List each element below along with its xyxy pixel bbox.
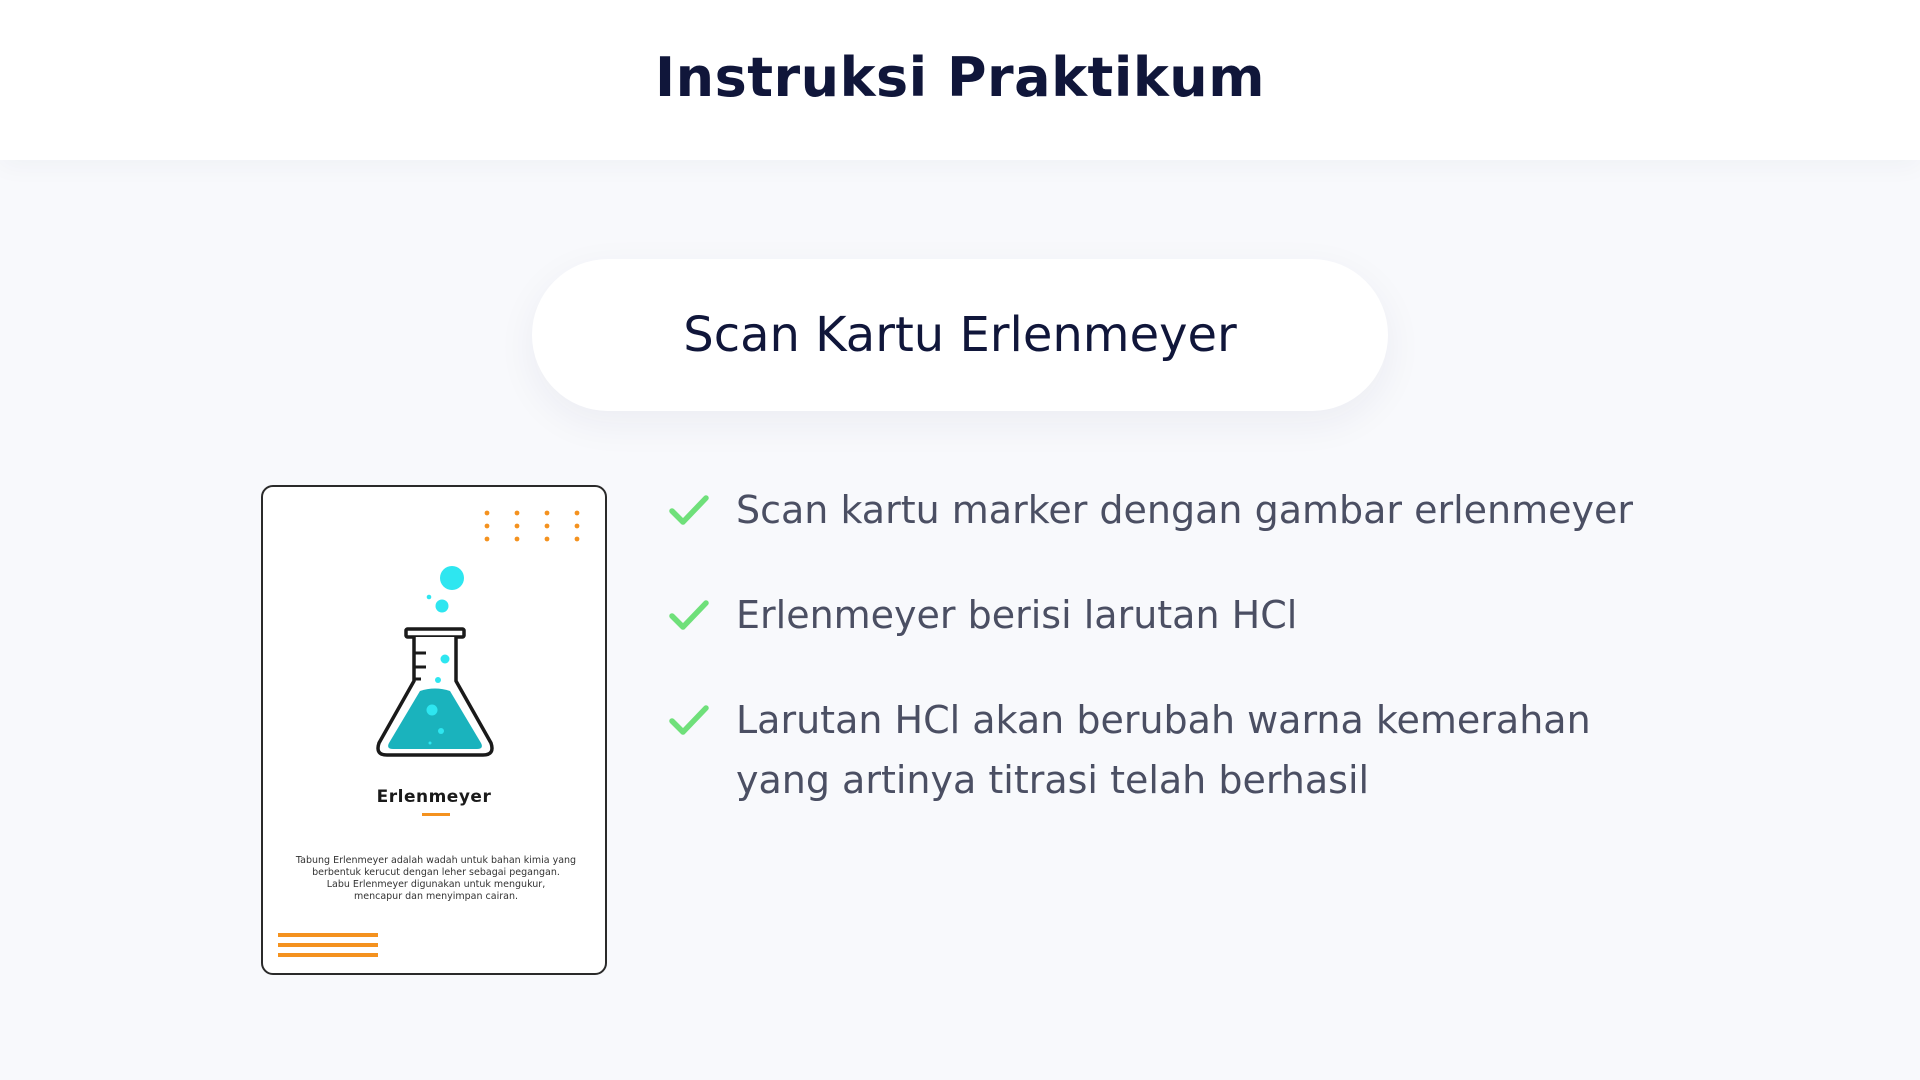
step-title: Scan Kartu Erlenmeyer: [683, 307, 1237, 363]
page-header: Instruksi Praktikum: [0, 0, 1920, 160]
card-title: Erlenmeyer: [376, 787, 492, 807]
card-description-line: berbentuk kerucut dengan leher sebagai p…: [312, 867, 560, 878]
instruction-text: Scan kartu marker dengan gambar erlenmey…: [736, 488, 1634, 532]
erlenmeyer-flask-icon: [376, 566, 494, 757]
card-title-underline: [422, 813, 450, 816]
card-description-line: mencapur dan menyimpan cairan.: [353, 891, 518, 902]
instruction-list: Scan kartu marker dengan gambar erlenmey…: [668, 480, 1668, 855]
step-title-pill: Scan Kartu Erlenmeyer: [532, 259, 1388, 411]
page-title: Instruksi Praktikum: [655, 46, 1265, 109]
marker-card: Erlenmeyer Tabung Erlenmeyer adalah wada…: [261, 485, 607, 975]
instruction-text: Larutan HCl akan berubah warna kemerahan…: [736, 698, 1591, 802]
dot-grid-decoration: [484, 510, 580, 542]
card-description-line: Labu Erlenmeyer digunakan untuk mengukur…: [326, 879, 546, 890]
card-description-line: Tabung Erlenmeyer adalah wadah untuk bah…: [295, 855, 577, 866]
bars-decoration: [278, 933, 378, 957]
list-item: Erlenmeyer berisi larutan HCl: [668, 585, 1668, 645]
card-description: Tabung Erlenmeyer adalah wadah untuk bah…: [291, 855, 581, 903]
instruction-text: Erlenmeyer berisi larutan HCl: [736, 593, 1298, 637]
list-item: Larutan HCl akan berubah warna kemerahan…: [668, 690, 1668, 810]
check-icon: [669, 495, 709, 525]
check-icon: [669, 705, 709, 735]
check-icon: [669, 600, 709, 630]
list-item: Scan kartu marker dengan gambar erlenmey…: [668, 480, 1668, 540]
